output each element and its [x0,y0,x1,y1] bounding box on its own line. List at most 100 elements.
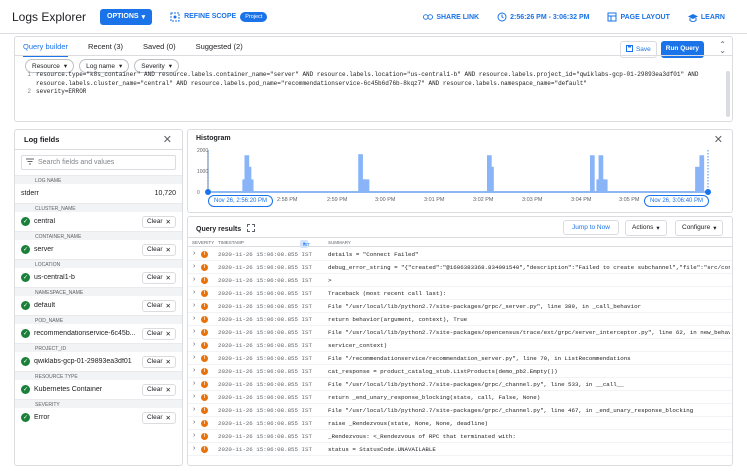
refine-scope-label: REFINE SCOPE [184,13,237,20]
end-time-chip[interactable]: Nov 26, 3:06:40 PM [644,195,710,207]
field-value-row[interactable]: ✓ server Clear ✕ [15,240,182,259]
log-row[interactable]: ›! 2020-11-26 15:06:08.855 IST File "/usr/… [188,300,732,313]
clear-button[interactable]: Clear ✕ [142,243,176,256]
page-layout-button[interactable]: PAGE LAYOUT [607,12,670,22]
col-summary[interactable]: SUMMARY [328,240,351,245]
log-row[interactable]: ›! 2020-11-26 15:06:08.855 IST Traceback (… [188,287,732,300]
query-editor[interactable]: 1 resource.type="k8s_container" AND resou… [21,71,721,97]
share-link-button[interactable]: SHARE LINK [423,12,479,22]
time-range-button[interactable]: 2:56:26 PM - 3:06:32 PM [497,12,589,22]
jump-to-now-button[interactable]: Jump to Now [563,220,619,235]
actions-button[interactable]: Actions ▾ [625,220,667,236]
x-tick: 3:03 PM [522,197,543,203]
time-range-label: 2:56:26 PM - 3:06:32 PM [510,13,590,21]
log-row[interactable]: ›! 2020-11-26 15:06:08.855 IST return beha… [188,313,732,326]
log-name-row[interactable]: stderr 10,720 [15,184,182,203]
log-row[interactable]: ›! 2020-11-26 15:06:08.855 IST details = "… [188,248,732,261]
log-timestamp: 2020-11-26 15:06:08.855 IST [218,328,312,336]
error-severity-icon: ! [201,341,208,349]
chevron-right-icon[interactable]: › [192,393,196,401]
search-fields-input[interactable]: Search fields and values [21,155,176,170]
expand-icon[interactable] [247,224,256,234]
col-severity[interactable]: SEVERITY [192,240,214,245]
log-timestamp: 2020-11-26 15:06:08.855 IST [218,250,312,258]
section-header: RESOURCE TYPE [15,371,182,380]
chevron-right-icon[interactable]: › [192,380,196,388]
field-value: server [34,246,54,253]
learn-button[interactable]: LEARN [687,12,725,22]
section-header: NAMESPACE_NAME [15,287,182,296]
refine-scope-button[interactable]: REFINE SCOPE Project [170,11,268,22]
chevron-right-icon[interactable]: › [192,276,196,284]
field-value: Error [34,414,50,421]
chevron-right-icon[interactable]: › [192,263,196,271]
clear-button[interactable]: Clear ✕ [142,299,176,312]
clear-button[interactable]: Clear ✕ [142,327,176,340]
log-row[interactable]: ›! 2020-11-26 15:06:08.855 IST debug_error… [188,261,732,274]
field-value-row[interactable]: ✓ us-central1-b Clear ✕ [15,268,182,287]
check-circle-icon: ✓ [21,273,30,282]
chevron-right-icon[interactable]: › [192,302,196,310]
log-timestamp: 2020-11-26 15:06:08.855 IST [218,367,312,375]
check-circle-icon: ✓ [21,385,30,394]
log-row[interactable]: ›! 2020-11-26 15:06:08.855 IST > [188,274,732,287]
field-value-row[interactable]: ✓ default Clear ✕ [15,296,182,315]
log-row[interactable]: ›! 2020-11-26 15:06:08.855 IST status = St… [188,443,732,456]
chevron-right-icon[interactable]: › [192,341,196,349]
chevron-right-icon[interactable]: › [192,367,196,375]
field-value: recommendationservice-6c45b... [34,330,136,337]
log-timestamp: 2020-11-26 15:06:08.855 IST [218,406,312,414]
chevron-right-icon[interactable]: › [192,419,196,427]
check-circle-icon: ✓ [21,329,30,338]
chevron-right-icon[interactable]: › [192,250,196,258]
clear-button[interactable]: Clear ✕ [142,271,176,284]
histogram-bar [364,179,370,192]
start-time-chip[interactable]: Nov 26, 2:56:20 PM [208,195,274,207]
chevron-right-icon[interactable]: › [192,432,196,440]
chevron-right-icon[interactable]: › [192,315,196,323]
options-button[interactable]: OPTIONS ▾ [100,8,153,25]
log-row[interactable]: ›! 2020-11-26 15:06:08.855 IST File "/usr/… [188,378,732,391]
configure-button[interactable]: Configure ▾ [675,220,724,236]
close-icon[interactable]: ✕ [163,133,172,146]
log-row[interactable]: ›! 2020-11-26 15:06:08.855 IST _Rendezvous… [188,430,732,443]
log-summary: > [328,276,332,284]
log-row[interactable]: ›! 2020-11-26 15:06:08.855 IST servicer_co… [188,339,732,352]
log-row[interactable]: ›! 2020-11-26 15:06:08.855 IST File "/usr/… [188,404,732,417]
chevron-right-icon[interactable]: › [192,328,196,336]
log-timestamp: 2020-11-26 15:06:08.855 IST [218,263,312,271]
log-row[interactable]: ›! 2020-11-26 15:06:08.855 IST File "/reco… [188,352,732,365]
field-value-row[interactable]: ✓ qwiklabs-gcp-01-29893ea3df01 Clear ✕ [15,352,182,371]
chevron-right-icon[interactable]: › [192,289,196,297]
clear-button[interactable]: Clear ✕ [142,215,176,228]
chevron-right-icon[interactable]: › [192,406,196,414]
log-summary: status = StatusCode.UNAVAILABLE [328,445,436,453]
editor-scrollbar[interactable] [726,71,730,117]
collapse-icon[interactable]: ⌃ ⌄ [719,41,726,55]
field-value-row[interactable]: ✓ Error Clear ✕ [15,408,182,427]
log-summary: _Rendezvous: <_Rendezvous of RPC that te… [328,432,516,440]
x-tick: 3:02 PM [473,197,494,203]
clear-button[interactable]: Clear ✕ [142,411,176,424]
log-row[interactable]: ›! 2020-11-26 15:06:08.855 IST raise _Rend… [188,417,732,430]
section-header: POD_NAME [15,315,182,324]
options-label: OPTIONS [107,13,139,20]
log-timestamp: 2020-11-26 15:06:08.855 IST [218,432,312,440]
chevron-right-icon[interactable]: › [192,445,196,453]
col-timestamp[interactable]: TIMESTAMP [218,240,244,245]
log-timestamp: 2020-11-26 15:06:08.855 IST [218,315,312,323]
clear-button[interactable]: Clear ✕ [142,383,176,396]
log-summary: File "/recommendationservice/recommendat… [328,354,631,362]
log-timestamp: 2020-11-26 15:06:08.855 IST [218,354,312,362]
log-row[interactable]: ›! 2020-11-26 15:06:08.855 IST return _end… [188,391,732,404]
timezone-chip[interactable]: IST ▾ [300,240,310,248]
log-row[interactable]: ›! 2020-11-26 15:06:08.855 IST File "/usr/… [188,326,732,339]
field-value-row[interactable]: ✓ central Clear ✕ [15,212,182,231]
field-value-row[interactable]: ✓ recommendationservice-6c45b... Clear ✕ [15,324,182,343]
log-fields-title: Log fields [24,135,60,144]
field-value-row[interactable]: ✓ Kubernetes Container Clear ✕ [15,380,182,399]
clear-button[interactable]: Clear ✕ [142,355,176,368]
chevron-right-icon[interactable]: › [192,354,196,362]
log-row[interactable]: ›! 2020-11-26 15:06:08.855 IST cat_respons… [188,365,732,378]
log-timestamp: 2020-11-26 15:06:08.855 IST [218,302,312,310]
